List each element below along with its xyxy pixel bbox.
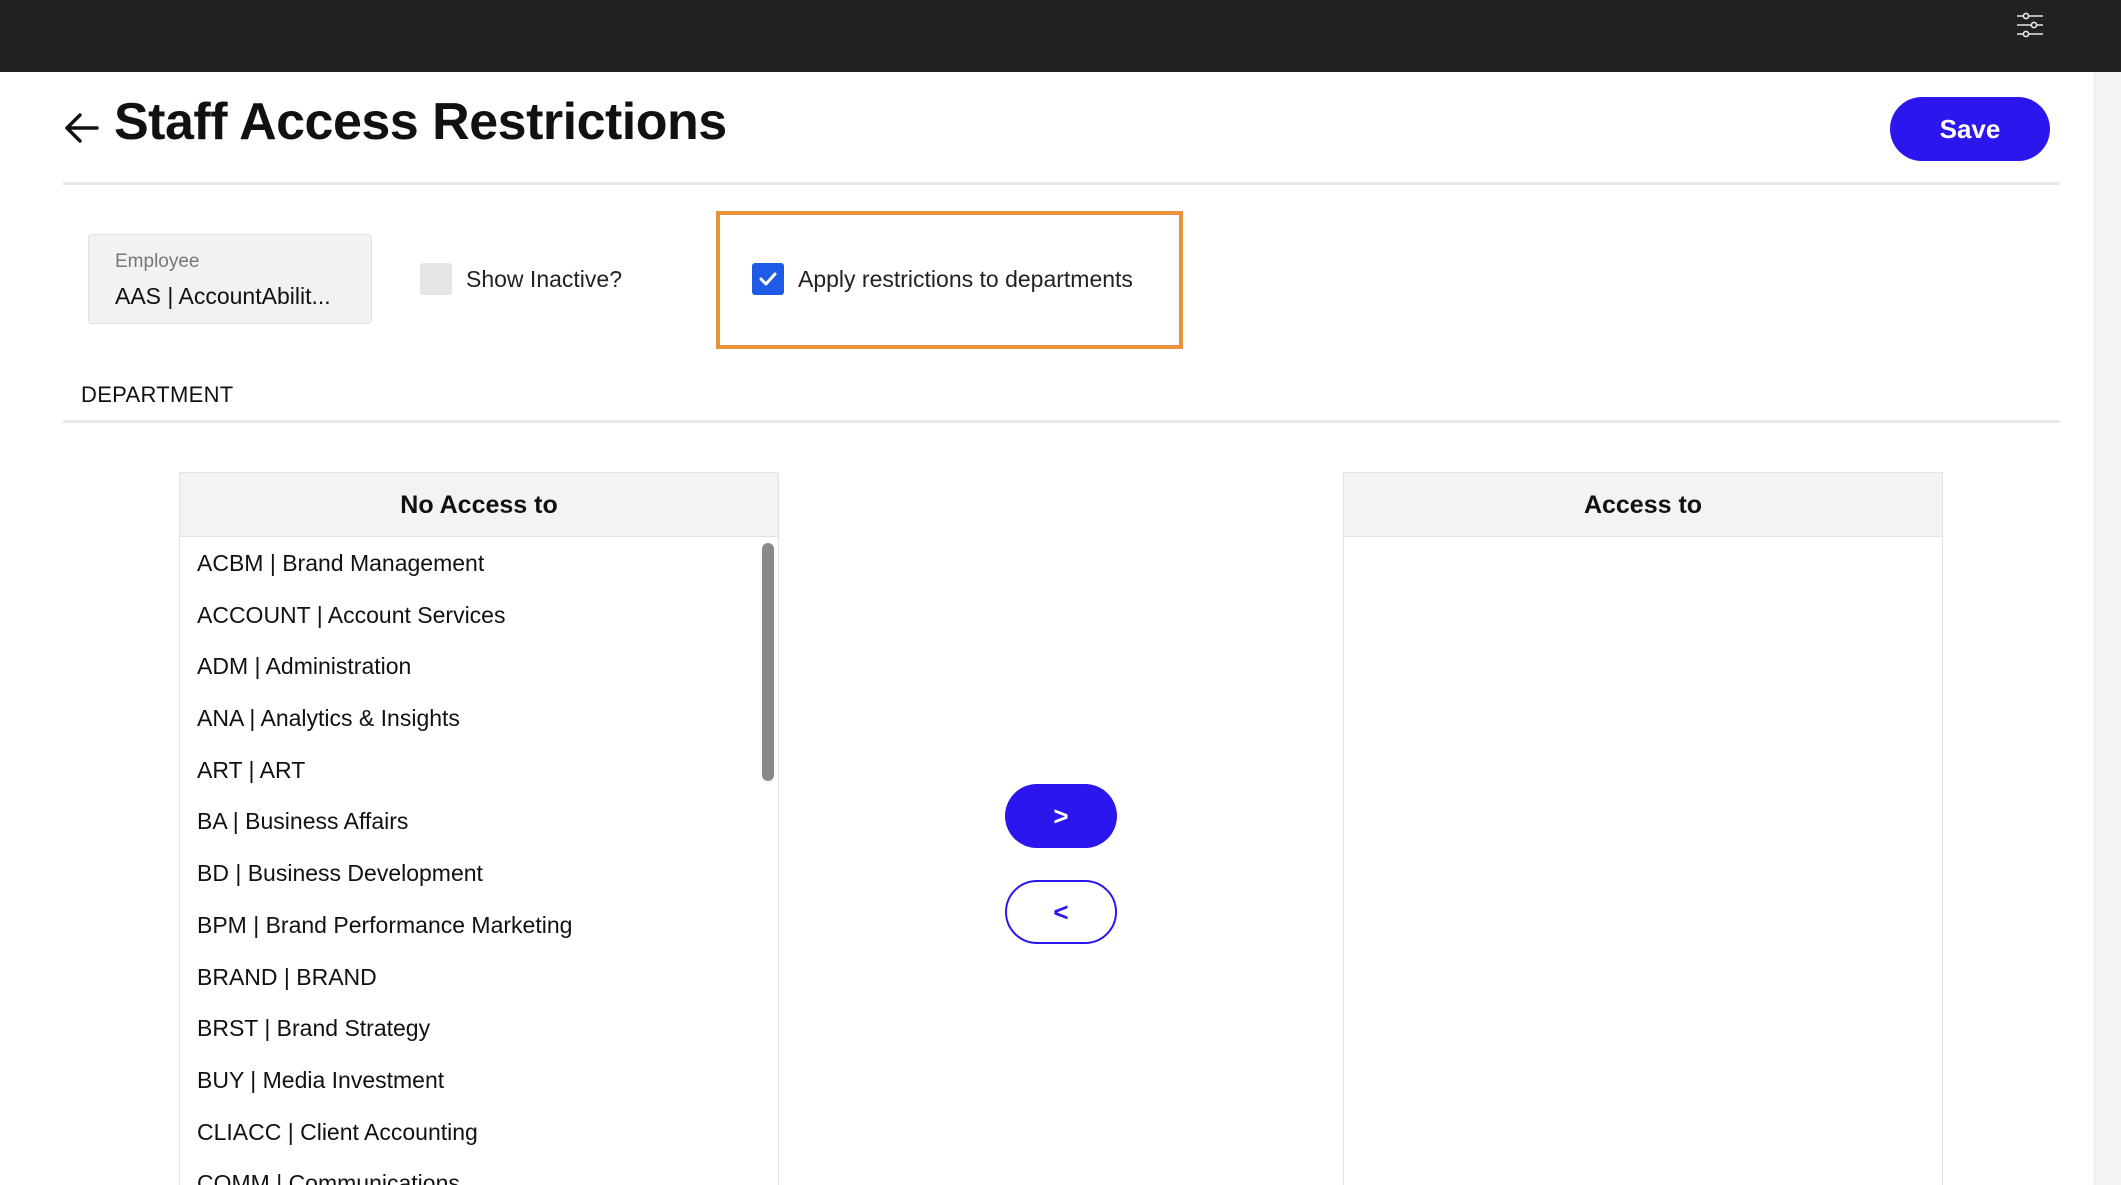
list-item[interactable]: BD | Business Development [180,851,778,903]
no-access-header: No Access to [180,473,778,537]
show-inactive-option[interactable]: Show Inactive? [420,260,622,298]
show-inactive-checkbox[interactable] [420,263,452,295]
no-access-list: ACBM | Brand Management ACCOUNT | Accoun… [180,537,778,1185]
access-list [1344,537,1942,541]
checkmark-icon [759,272,777,286]
page-header: Staff Access Restrictions Save [63,90,2060,185]
employee-select[interactable]: Employee AAS | AccountAbilit... [88,234,372,324]
arrow-left-icon[interactable] [63,108,101,148]
page-title: Staff Access Restrictions [114,93,727,151]
page-scrollbar[interactable] [2094,72,2121,1185]
apply-restrictions-checkbox[interactable] [752,263,784,295]
save-button[interactable]: Save [1890,97,2050,161]
list-item[interactable]: BA | Business Affairs [180,799,778,851]
list-scrollbar[interactable] [762,543,774,781]
list-item[interactable]: BRST | Brand Strategy [180,1006,778,1058]
list-item[interactable]: ART | ART [180,748,778,800]
list-item[interactable]: BUY | Media Investment [180,1058,778,1110]
list-item[interactable]: COMM | Communications [180,1161,778,1185]
apply-restrictions-option[interactable]: Apply restrictions to departments [752,260,1133,298]
apply-restrictions-label: Apply restrictions to departments [798,266,1133,292]
list-item[interactable]: BRAND | BRAND [180,955,778,1007]
show-inactive-label: Show Inactive? [466,266,622,292]
section-divider [63,420,2060,423]
list-item[interactable]: BPM | Brand Performance Marketing [180,903,778,955]
employee-value: AAS | AccountAbilit... [115,283,331,309]
move-to-access-button[interactable]: > [1005,784,1117,848]
list-item[interactable]: ANA | Analytics & Insights [180,696,778,748]
top-bar [0,0,2121,72]
employee-label: Employee [115,251,200,272]
access-panel: Access to [1343,472,1943,1185]
list-item[interactable]: ACBM | Brand Management [180,541,778,593]
access-header: Access to [1344,473,1942,537]
no-access-panel: No Access to ACBM | Brand Management ACC… [179,472,779,1185]
sliders-icon[interactable] [2015,10,2045,40]
list-item[interactable]: CLIACC | Client Accounting [180,1110,778,1162]
list-item[interactable]: ADM | Administration [180,644,778,696]
list-item[interactable]: ACCOUNT | Account Services [180,593,778,645]
section-label-department: DEPARTMENT [81,382,234,407]
move-to-no-access-button[interactable]: < [1005,880,1117,944]
